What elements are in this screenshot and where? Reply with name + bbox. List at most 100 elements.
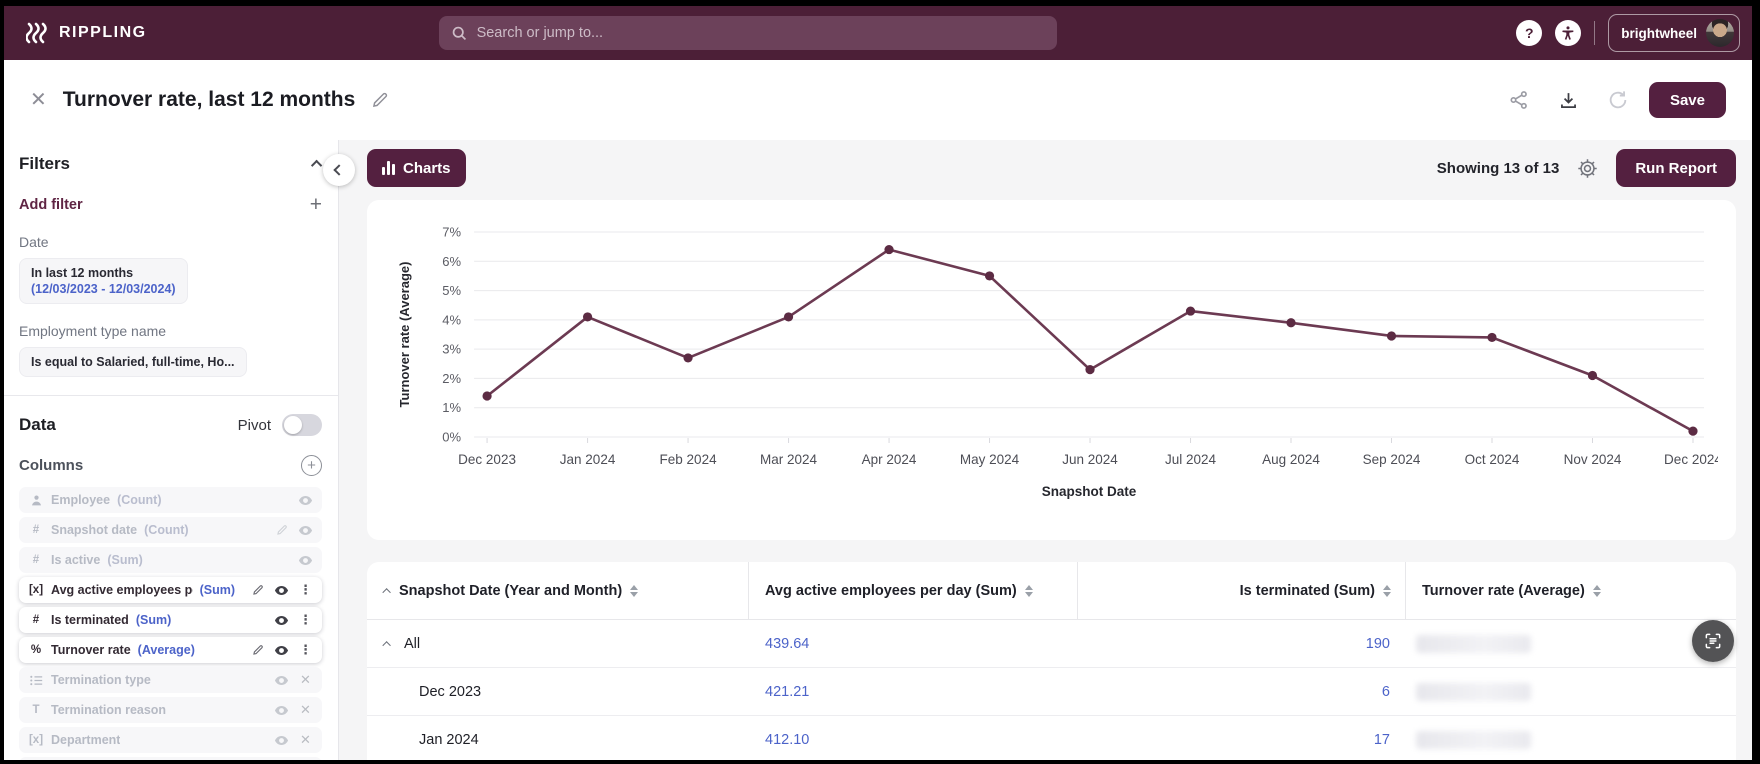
filters-sidebar: Filters Add filter + Date In last 12 mon… [4, 140, 339, 760]
chart-point[interactable] [1688, 426, 1698, 436]
avg-active-value[interactable]: 439.64 [765, 636, 809, 652]
chart-point[interactable] [482, 391, 492, 401]
col-header-label: Is terminated (Sum) [1239, 583, 1375, 599]
column-item-avg-active-employees-per-day[interactable]: [x] Avg active employees per day (Sum) ⋮ [19, 577, 322, 603]
column-aggregation: (Sum) [107, 553, 143, 567]
is-terminated-value[interactable]: 190 [1366, 636, 1390, 652]
refresh-button[interactable] [1607, 89, 1629, 111]
add-filter-button[interactable]: Add filter [19, 197, 83, 213]
rippling-logo[interactable]: RIPPLING [26, 22, 147, 44]
col-header-is-terminated-sum[interactable]: Is terminated (Sum) [1078, 562, 1406, 620]
col-header-snapshot-date-year-and-month[interactable]: Snapshot Date (Year and Month) [367, 562, 749, 620]
column-item-turnover-rate[interactable]: % Turnover rate (Average) ⋮ [19, 637, 322, 663]
kebab-menu-icon[interactable]: ⋮ [297, 642, 314, 658]
avg-active-value[interactable]: 421.21 [765, 684, 809, 700]
collapse-all-icon[interactable] [382, 588, 391, 597]
turnover-line-chart: 0% 1% 2% 3% 4% 5% 6% 7% Dec 2023 Jan 2024 Feb 2024… [385, 214, 1722, 519]
collapse-filters-icon[interactable] [310, 159, 323, 172]
visibility-eye-icon[interactable] [273, 673, 290, 688]
table-row-jan-2024[interactable]: Jan 2024 412.10 17 [367, 716, 1736, 760]
accessibility-button[interactable] [1555, 20, 1582, 46]
sort-icon[interactable] [1592, 585, 1601, 597]
search-input[interactable] [476, 25, 1045, 41]
column-item-is-active[interactable]: # Is active (Sum) [19, 547, 322, 573]
chart-point[interactable] [1587, 370, 1598, 381]
visibility-eye-icon[interactable] [297, 493, 314, 508]
chart-line [486, 248, 1694, 433]
visibility-eye-icon[interactable] [273, 703, 290, 718]
avg-active-value[interactable]: 412.10 [765, 732, 809, 748]
report-settings-button[interactable] [1576, 157, 1599, 180]
remove-column-icon[interactable]: ✕ [297, 732, 314, 748]
chart-point[interactable] [783, 312, 794, 322]
collapse-sidebar-button[interactable] [323, 154, 355, 186]
visibility-eye-icon[interactable] [297, 553, 314, 568]
brand-name: RIPPLING [59, 24, 147, 41]
is-terminated-value[interactable]: 6 [1382, 684, 1390, 700]
share-button[interactable] [1508, 89, 1530, 111]
column-item-department[interactable]: [x] Department ✕ [19, 727, 322, 753]
visibility-eye-icon[interactable] [273, 643, 290, 658]
close-report-icon[interactable]: ✕ [30, 90, 47, 110]
chart-point[interactable] [1085, 365, 1095, 375]
remove-column-icon[interactable]: ✕ [297, 672, 314, 688]
table-row-all[interactable]: All 439.64 190 [367, 620, 1736, 668]
sort-icon[interactable] [630, 585, 639, 597]
column-item-employee[interactable]: Employee (Count) [19, 487, 322, 513]
visibility-eye-icon[interactable] [297, 523, 314, 538]
is-terminated-value[interactable]: 17 [1374, 732, 1390, 748]
visibility-eye-icon[interactable] [273, 733, 290, 748]
charts-button-label: Charts [403, 159, 451, 177]
kebab-menu-icon[interactable]: ⋮ [297, 582, 314, 598]
chart-point[interactable] [582, 312, 593, 322]
edit-pencil-icon[interactable] [249, 644, 266, 656]
charts-button[interactable]: Charts [367, 149, 466, 187]
chart-point[interactable] [1386, 331, 1397, 341]
edit-pencil-icon[interactable] [249, 584, 266, 596]
visibility-eye-icon[interactable] [273, 583, 290, 598]
chart-point[interactable] [1487, 332, 1497, 343]
column-label: Employee [51, 493, 111, 507]
column-item-termination-type[interactable]: Termination type ✕ [19, 667, 322, 693]
filter-chip-employment-type[interactable]: Is equal to Salaried, full-time, Ho... [19, 347, 247, 377]
y-tick-label: 7% [442, 225, 461, 240]
showing-count: Showing 13 of 13 [1436, 159, 1560, 177]
edit-title-button[interactable] [371, 91, 389, 109]
table-row-dec-2023[interactable]: Dec 2023 421.21 6 [367, 668, 1736, 716]
chart-point[interactable] [683, 353, 693, 363]
chart-point[interactable] [1185, 306, 1196, 316]
global-search[interactable] [438, 16, 1057, 50]
help-button[interactable]: ? [1516, 20, 1543, 46]
download-button[interactable] [1558, 90, 1579, 111]
row-label: Jan 2024 [419, 731, 479, 748]
col-header-label: Avg active employees per day (Sum) [765, 583, 1017, 599]
col-header-label: Turnover rate (Average) [1422, 583, 1585, 599]
visibility-eye-icon[interactable] [273, 613, 290, 628]
chart-point[interactable] [984, 271, 995, 281]
chart-point[interactable] [1286, 318, 1296, 328]
collapse-row-icon[interactable] [382, 640, 391, 650]
fx-icon: [x] [28, 734, 44, 746]
column-item-partial[interactable] [19, 757, 322, 760]
user-menu[interactable]: brightwheel [1608, 14, 1740, 52]
column-item-termination-reason[interactable]: T Termination reason ✕ [19, 697, 322, 723]
edit-pencil-icon[interactable] [273, 524, 290, 536]
chart-point[interactable] [884, 244, 894, 255]
row-label: Dec 2023 [419, 683, 482, 700]
run-report-button[interactable]: Run Report [1616, 149, 1736, 187]
kebab-menu-icon[interactable]: ⋮ [297, 612, 314, 628]
pivot-toggle[interactable] [282, 414, 322, 436]
column-item-is-terminated[interactable]: # Is terminated (Sum) ⋮ [19, 607, 322, 633]
x-tick-label: Jul 2024 [1165, 452, 1217, 467]
col-header-turnover-rate-average[interactable]: Turnover rate (Average) [1406, 562, 1736, 620]
sort-icon[interactable] [1383, 585, 1391, 597]
save-button[interactable]: Save [1648, 82, 1726, 118]
col-header-avg-active-employees-per-day-sum[interactable]: Avg active employees per day (Sum) [749, 562, 1078, 620]
add-column-button[interactable]: + [301, 455, 322, 476]
sort-icon[interactable] [1024, 585, 1033, 597]
filter-chip-date[interactable]: In last 12 months (12/03/2023 - 12/03/20… [19, 258, 188, 304]
column-item-snapshot-date[interactable]: # Snapshot date (Count) [19, 517, 322, 543]
add-filter-plus-icon[interactable]: + [310, 194, 322, 215]
screenshot-tool-button[interactable] [1692, 620, 1734, 662]
remove-column-icon[interactable]: ✕ [297, 702, 314, 718]
